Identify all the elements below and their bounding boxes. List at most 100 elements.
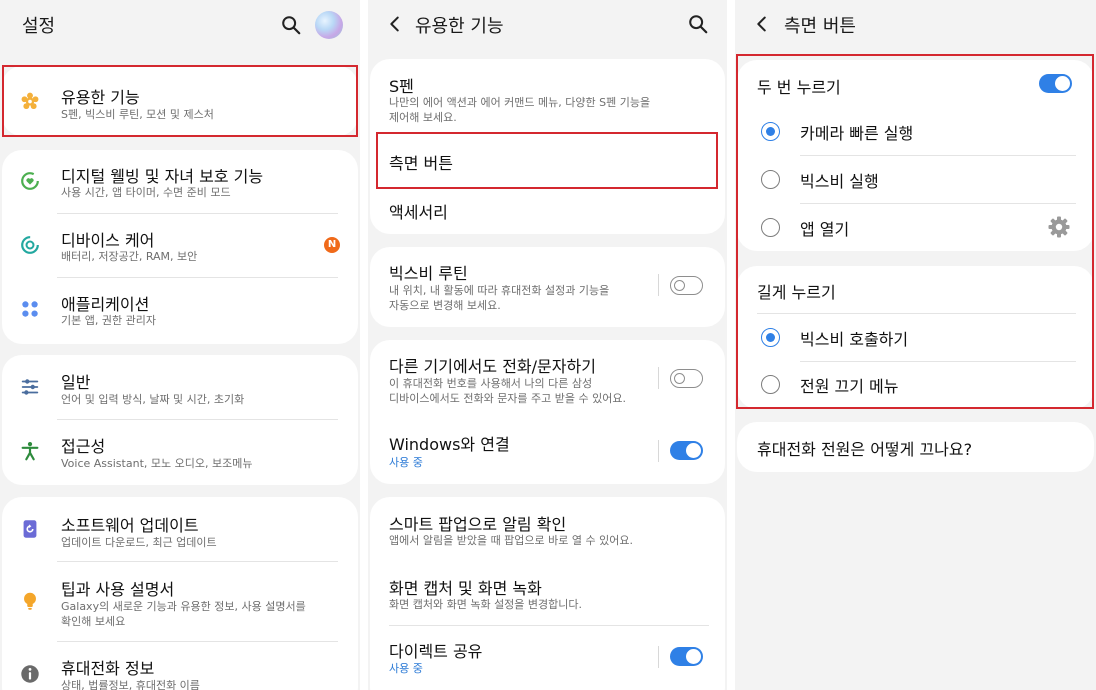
back-arrow-icon[interactable]: [751, 13, 773, 35]
page-title: 측면 버튼: [784, 16, 856, 37]
settings-item-tips[interactable]: 팁과 사용 설명서 Galaxy의 새로운 기능과 유용한 정보, 사용 설명서…: [2, 562, 358, 642]
advanced-group-3: 다른 기기에서도 전화/문자하기 이 휴대전화 번호를 사용해서 나의 다른 삼…: [370, 340, 725, 484]
item-title: 일반: [61, 373, 91, 392]
item-link-to-windows[interactable]: Windows와 연결 사용 중: [370, 420, 725, 484]
direct-share-toggle[interactable]: [670, 647, 703, 666]
item-title: 디바이스 케어: [61, 231, 155, 250]
double-press-title: 두 번 누르기: [757, 78, 841, 97]
settings-group-1: 유용한 기능 S펜, 빅스비 루틴, 모션 및 제스처: [2, 66, 358, 136]
bixby-routines-toggle[interactable]: [670, 276, 703, 295]
item-title: 디지털 웰빙 및 자녀 보호 기능: [61, 167, 264, 186]
item-bixby-routines[interactable]: 빅스비 루틴 내 위치, 내 활동에 따라 휴대전화 설정과 기능을 자동으로 …: [370, 247, 725, 327]
item-title: 다른 기기에서도 전화/문자하기: [389, 357, 596, 376]
radio-button[interactable]: [761, 122, 780, 141]
item-title: 소프트웨어 업데이트: [61, 516, 199, 535]
item-side-key[interactable]: 측면 버튼: [370, 131, 725, 187]
advanced-group-4: 스마트 팝업으로 알림 확인 앱에서 알림을 받았을 때 팝업으로 바로 열 수…: [370, 497, 725, 690]
link-to-windows-toggle[interactable]: [670, 441, 703, 460]
item-title: 스마트 팝업으로 알림 확인: [389, 515, 567, 534]
double-press-toggle[interactable]: [1039, 74, 1072, 93]
back-arrow-icon[interactable]: [384, 13, 406, 35]
item-subtitle: 언어 및 입력 방식, 날짜 및 시간, 초기화: [61, 393, 245, 406]
digital-wellbeing-icon: [21, 172, 39, 190]
settings-item-apps[interactable]: 애플리케이션 기본 앱, 권한 관리자: [2, 278, 358, 342]
radio-button[interactable]: [761, 375, 780, 394]
divider: [658, 440, 659, 462]
item-title: 접근성: [61, 437, 106, 456]
radio-option-quick-camera[interactable]: 카메라 빠른 실행: [737, 107, 1094, 155]
settings-group-2: 디지털 웰빙 및 자녀 보호 기능 사용 시간, 앱 타이머, 수면 준비 모드…: [2, 150, 358, 344]
item-subtitle: Voice Assistant, 모노 오디오, 보조메뉴: [61, 457, 253, 470]
item-subtitle: 사용 시간, 앱 타이머, 수면 준비 모드: [61, 186, 231, 199]
radio-button[interactable]: [761, 218, 780, 237]
gear-flower-icon: [21, 92, 39, 110]
item-smart-popup[interactable]: 스마트 팝업으로 알림 확인 앱에서 알림을 받았을 때 팝업으로 바로 열 수…: [370, 497, 725, 561]
item-title: 애플리케이션: [61, 295, 150, 314]
sliders-icon: [21, 379, 39, 395]
faq-card[interactable]: 휴대전화 전원은 어떻게 끄나요?: [737, 422, 1094, 472]
settings-panel: 설정 유용한 기능 S펜, 빅스비 루틴, 모션 및 제스처 디지털 웰빙 및 …: [0, 0, 360, 690]
item-screenshots-recorder[interactable]: 화면 캡처 및 화면 녹화 화면 캡처와 화면 녹화 설정을 변경합니다.: [370, 561, 725, 625]
settings-group-3: 일반 언어 및 입력 방식, 날짜 및 시간, 초기화 접근성 Voice As…: [2, 355, 358, 485]
radio-option-launch-bixby[interactable]: 빅스비 실행: [737, 156, 1094, 203]
option-label: 빅스비 실행: [800, 172, 879, 191]
divider: [658, 646, 659, 668]
search-icon[interactable]: [687, 13, 709, 35]
radio-button[interactable]: [761, 328, 780, 347]
item-subtitle-line-1: 나만의 에어 액션과 에어 커맨드 메뉴, 다양한 S펜 기능을: [389, 96, 651, 109]
item-subtitle: 상태, 법률정보, 휴대전화 이름: [61, 679, 200, 690]
apps-grid-icon: [22, 301, 38, 317]
radio-button[interactable]: [761, 170, 780, 189]
settings-item-digital-wellbeing[interactable]: 디지털 웰빙 및 자녀 보호 기능 사용 시간, 앱 타이머, 수면 준비 모드: [2, 150, 358, 214]
settings-item-general[interactable]: 일반 언어 및 입력 방식, 날짜 및 시간, 초기화: [2, 355, 358, 419]
side-key-panel: 측면 버튼 두 번 누르기 카메라 빠른 실행 빅스비 실행 앱 열기 길게 누…: [735, 0, 1096, 690]
item-title: S펜: [389, 77, 414, 96]
search-icon[interactable]: [280, 14, 302, 36]
option-label: 전원 끄기 메뉴: [800, 377, 899, 396]
press-hold-title: 길게 누르기: [757, 283, 836, 302]
item-subtitle-line-2: 확인해 보세요: [61, 615, 126, 628]
gear-icon[interactable]: [1047, 215, 1071, 239]
settings-item-accessibility[interactable]: 접근성 Voice Assistant, 모노 오디오, 보조메뉴: [2, 420, 358, 484]
item-call-text-other-devices[interactable]: 다른 기기에서도 전화/문자하기 이 휴대전화 번호를 사용해서 나의 다른 삼…: [370, 340, 725, 420]
settings-item-device-care[interactable]: 디바이스 케어 배터리, 저장공간, RAM, 보안 N: [2, 214, 358, 278]
faq-link[interactable]: 휴대전화 전원은 어떻게 끄나요?: [757, 436, 972, 460]
double-press-card: 두 번 누르기 카메라 빠른 실행 빅스비 실행 앱 열기: [737, 60, 1094, 251]
device-care-icon: [21, 236, 39, 254]
item-subtitle-line-1: Galaxy의 새로운 기능과 유용한 정보, 사용 설명서를: [61, 600, 306, 613]
advanced-header: 유용한 기능: [368, 0, 727, 50]
side-key-header: 측면 버튼: [735, 0, 1096, 50]
item-subtitle-line-2: 제어해 보세요.: [389, 111, 457, 124]
avatar[interactable]: [315, 11, 343, 39]
item-title: 측면 버튼: [389, 154, 453, 173]
radio-option-wake-bixby[interactable]: 빅스비 호출하기: [737, 314, 1094, 361]
item-title: 빅스비 루틴: [389, 264, 468, 283]
advanced-group-2: 빅스비 루틴 내 위치, 내 활동에 따라 휴대전화 설정과 기능을 자동으로 …: [370, 247, 725, 327]
option-label: 카메라 빠른 실행: [800, 124, 914, 143]
radio-option-power-off-menu[interactable]: 전원 끄기 메뉴: [737, 362, 1094, 409]
item-s-pen[interactable]: S펜 나만의 에어 액션과 에어 커맨드 메뉴, 다양한 S펜 기능을 제어해 …: [370, 59, 725, 131]
item-accessories[interactable]: 액세서리: [370, 187, 725, 234]
settings-item-advanced-features[interactable]: 유용한 기능 S펜, 빅스비 루틴, 모션 및 제스처: [2, 66, 358, 136]
item-title: 다이렉트 공유: [389, 642, 483, 661]
new-badge: N: [324, 237, 340, 253]
item-title: 화면 캡처 및 화면 녹화: [389, 579, 542, 598]
software-update-icon: [23, 520, 37, 538]
item-subtitle-line-1: 내 위치, 내 활동에 따라 휴대전화 설정과 기능을: [389, 284, 610, 297]
option-label: 앱 열기: [800, 220, 850, 239]
settings-group-4: 소프트웨어 업데이트 업데이트 다운로드, 최근 업데이트 팁과 사용 설명서 …: [2, 497, 358, 690]
item-direct-share[interactable]: 다이렉트 공유 사용 중: [370, 626, 725, 690]
item-subtitle-line-2: 자동으로 변경해 보세요.: [389, 299, 501, 312]
item-subtitle-line-2: 디바이스에서도 전화와 문자를 주고 받을 수 있어요.: [389, 392, 626, 405]
settings-header: 설정: [0, 0, 360, 50]
settings-item-software-update[interactable]: 소프트웨어 업데이트 업데이트 다운로드, 최근 업데이트: [2, 497, 358, 561]
press-hold-card: 길게 누르기 빅스비 호출하기 전원 끄기 메뉴: [737, 266, 1094, 409]
item-title: 액세서리: [389, 203, 448, 222]
divider: [658, 367, 659, 389]
item-status: 사용 중: [389, 662, 423, 675]
radio-option-open-app[interactable]: 앱 열기: [737, 204, 1094, 251]
settings-item-about-phone[interactable]: 휴대전화 정보 상태, 법률정보, 휴대전화 이름: [2, 642, 358, 690]
call-text-toggle[interactable]: [670, 369, 703, 388]
item-subtitle-line-1: 이 휴대전화 번호를 사용해서 나의 다른 삼성: [389, 377, 593, 390]
accessibility-icon: [21, 442, 39, 461]
